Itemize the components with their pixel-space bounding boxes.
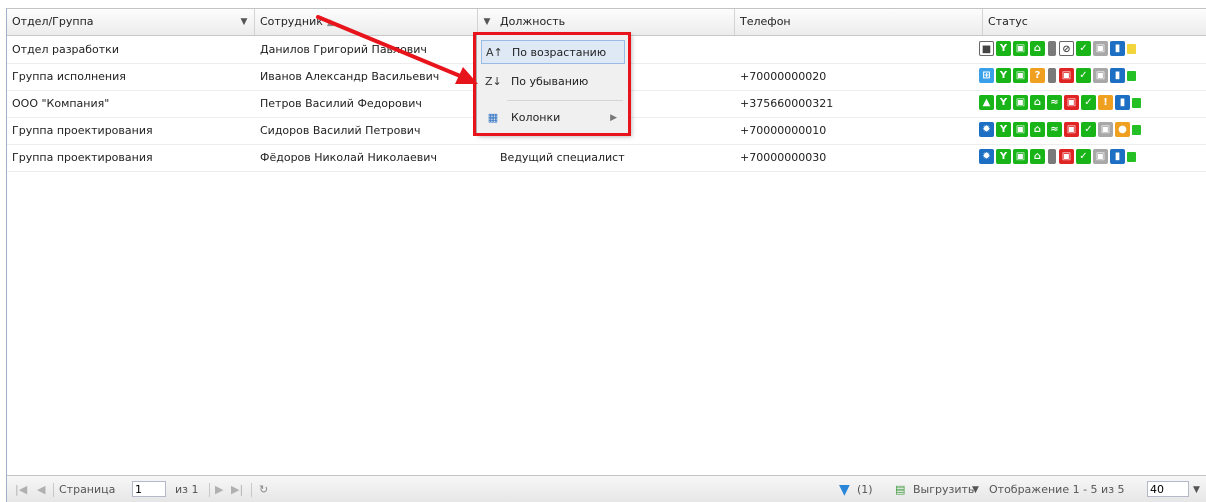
annotation-arrow [316,15,478,84]
